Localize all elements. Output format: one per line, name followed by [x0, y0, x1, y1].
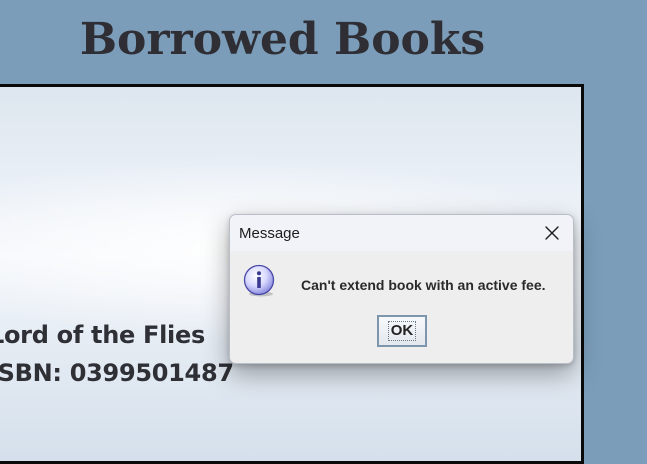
close-button[interactable]	[537, 219, 567, 247]
info-icon	[243, 264, 275, 297]
book-title: Lord of the Flies	[0, 321, 205, 349]
close-icon	[545, 226, 559, 240]
message-dialog: Message Can't extend book with an active…	[229, 214, 574, 364]
ok-button[interactable]: OK	[377, 315, 427, 347]
page-title: Borrowed Books	[79, 14, 486, 65]
dialog-title: Message	[239, 225, 300, 242]
dialog-titlebar[interactable]: Message	[230, 215, 573, 251]
dialog-message: Can't extend book with an active fee.	[301, 277, 546, 293]
ok-button-label: OK	[387, 321, 417, 341]
book-isbn: ISBN: 0399501487	[0, 359, 234, 387]
